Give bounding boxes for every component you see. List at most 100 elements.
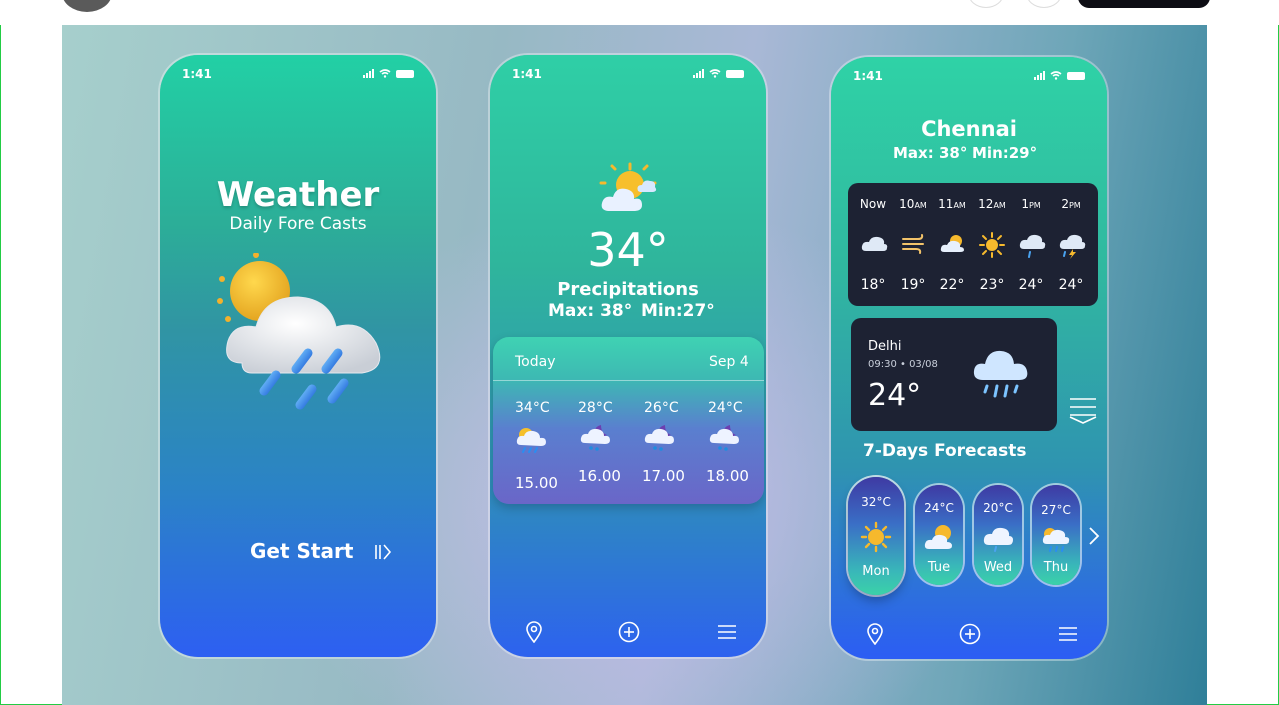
hour-temp: 24° xyxy=(1018,277,1044,293)
phone-today: 1:41 34° Precipitations Max: 38° Min:27°… xyxy=(490,55,766,657)
sun-cloud-icon xyxy=(599,162,657,211)
hour-temp: 22° xyxy=(939,277,965,293)
hour-temp: 24° xyxy=(1058,277,1084,293)
day-pill-thu[interactable]: 27°C Thu xyxy=(1032,485,1080,585)
sun-icon xyxy=(979,232,1005,258)
day-temp: 27°C xyxy=(1041,503,1071,517)
sun-icon xyxy=(860,521,892,553)
app-title: Weather xyxy=(216,175,380,215)
day-temp: 32°C xyxy=(861,495,891,509)
hour-label: 10AM xyxy=(899,197,927,211)
hour-value: 17.00 xyxy=(642,467,685,485)
day-name: Mon xyxy=(862,564,890,579)
day-name: Tue xyxy=(927,560,951,575)
hour-temp: 28°C xyxy=(578,400,613,416)
wifi-icon xyxy=(709,69,721,78)
status-bar: 1:41 xyxy=(853,69,1085,85)
top-bar xyxy=(0,0,1279,25)
location-icon[interactable] xyxy=(866,623,884,649)
expand-icon[interactable] xyxy=(1069,396,1097,424)
phone-city: 1:41 Chennai Max: 38° Min:29° Now 10AM 1… xyxy=(831,57,1107,659)
cloud-icon xyxy=(983,527,1013,552)
heavy-rain-icon xyxy=(973,350,1028,398)
min-temp: Min:27° xyxy=(641,301,715,321)
location-icon[interactable] xyxy=(525,621,543,647)
hour-label: 12AM xyxy=(978,197,1006,211)
signal-icon xyxy=(363,69,374,78)
day-temp: 20°C xyxy=(983,501,1013,515)
day-name: Wed xyxy=(983,560,1013,575)
current-temperature: 34° xyxy=(587,223,669,277)
hour-temp: 23° xyxy=(979,277,1005,293)
hour-value: 16.00 xyxy=(578,467,621,485)
hour-temp: 18° xyxy=(860,277,886,293)
rain-cloud-icon xyxy=(1019,234,1046,258)
hour-temp: 26°C xyxy=(644,400,679,416)
hour-label: 1PM xyxy=(1021,197,1041,211)
date-label: Sep 4 xyxy=(709,354,749,370)
arrow-right-icon[interactable] xyxy=(374,543,392,561)
cloud-rain-moon-icon xyxy=(580,425,610,451)
add-icon[interactable] xyxy=(618,621,640,647)
hour-value: 18.00 xyxy=(706,467,749,485)
storm-cloud-icon xyxy=(1059,234,1086,259)
cloud-rain-sun-icon xyxy=(516,428,546,453)
signal-icon xyxy=(693,69,704,78)
divider xyxy=(493,380,764,381)
add-icon[interactable] xyxy=(959,623,981,649)
menu-icon[interactable] xyxy=(1058,626,1078,646)
day-temp: 24°C xyxy=(924,501,954,515)
save-button[interactable] xyxy=(1026,0,1062,8)
city-card-delhi[interactable]: Delhi 09:30 • 03/08 24° xyxy=(851,318,1057,431)
wifi-icon xyxy=(379,69,391,78)
day-name: Thu xyxy=(1043,560,1069,575)
condition-label: Precipitations xyxy=(557,279,699,300)
like-button[interactable] xyxy=(968,0,1004,8)
get-start-button[interactable]: Get Start xyxy=(250,539,353,563)
day-pill-wed[interactable]: 20°C Wed xyxy=(974,485,1022,585)
signal-icon xyxy=(1034,71,1045,80)
app-subtitle: Daily Fore Casts xyxy=(229,214,367,234)
status-bar: 1:41 xyxy=(182,67,414,83)
battery-icon xyxy=(396,69,414,78)
hire-button[interactable] xyxy=(1078,0,1210,8)
cloud-rain-moon-icon xyxy=(709,425,739,451)
battery-icon xyxy=(726,69,744,78)
wind-icon xyxy=(902,234,924,254)
status-time: 1:41 xyxy=(182,67,212,81)
bottom-nav xyxy=(831,623,1107,649)
city-card-name: Delhi xyxy=(868,339,902,354)
battery-icon xyxy=(1067,71,1085,80)
status-time: 1:41 xyxy=(853,69,883,83)
hourly-card: Today Sep 4 34°C 28°C 26°C 24°C 15.00 16 xyxy=(493,337,764,504)
cloud-rain-icon xyxy=(1042,528,1070,552)
city-card-datetime: 09:30 • 03/08 xyxy=(868,359,938,370)
hourly-forecast-card: Now 10AM 11AM 12AM 1PM 2PM 18° 19° 22° 2… xyxy=(848,183,1098,306)
hour-label: 11AM xyxy=(938,197,966,211)
avatar[interactable] xyxy=(62,0,112,12)
phone-welcome: 1:41 Weather Daily Fore Casts Get Start xyxy=(160,55,436,657)
max-temp: Max: 38° xyxy=(893,144,968,162)
cloud-icon xyxy=(861,236,888,251)
day-pill-tue[interactable]: 24°C Tue xyxy=(915,485,963,585)
rain-sun-cloud-icon xyxy=(217,253,381,410)
menu-icon[interactable] xyxy=(717,624,737,644)
today-label: Today xyxy=(515,354,556,370)
status-time: 1:41 xyxy=(512,67,542,81)
status-bar: 1:41 xyxy=(512,67,744,83)
min-temp: Min:29° xyxy=(972,144,1038,162)
hour-label: 2PM xyxy=(1061,197,1081,211)
city-name: Chennai xyxy=(921,117,1017,141)
cloud-rain-moon-icon xyxy=(644,425,674,451)
sun-cloud-icon xyxy=(924,525,952,549)
hour-label: Now xyxy=(859,197,887,211)
wifi-icon xyxy=(1050,71,1062,80)
hour-temp: 19° xyxy=(900,277,926,293)
max-temp: Max: 38° xyxy=(548,301,633,321)
chevron-right-icon[interactable] xyxy=(1088,526,1100,546)
day-pill-mon[interactable]: 32°C Mon xyxy=(848,477,904,595)
hour-temp: 34°C xyxy=(515,400,550,416)
sun-cloud-icon xyxy=(940,235,964,252)
bottom-nav xyxy=(490,621,766,647)
forecast-title: 7-Days Forecasts xyxy=(863,441,1027,461)
